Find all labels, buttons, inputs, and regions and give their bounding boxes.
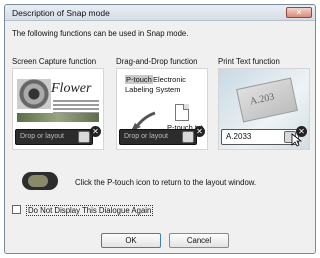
intro-text: The following functions can be used in S… (12, 29, 189, 38)
title-bar: Description of Snap mode ✕ (5, 5, 315, 21)
ptouch-icon (78, 131, 90, 143)
dont-show-again-checkbox[interactable] (12, 205, 21, 214)
ptouch-icon (182, 131, 194, 143)
green-banner (17, 113, 99, 122)
drag-drop-illustration: P-touch Electronic Labeling System P-tou… (116, 68, 208, 150)
flower-heading: Flower (51, 81, 92, 96)
tape-text: A.203 (248, 91, 276, 108)
screen-capture-label: Screen Capture function (12, 57, 97, 66)
close-button[interactable]: ✕ (286, 7, 312, 18)
text-input-bar: A.2033 (221, 129, 299, 145)
text-file-icon (175, 104, 189, 121)
ptouch-return-icon (22, 172, 58, 190)
cancel-button[interactable]: Cancel (169, 233, 229, 248)
snap-drop-bar: Drop or layout (119, 129, 197, 145)
drag-drop-label: Drag-and-Drop function (116, 57, 198, 66)
screen-capture-illustration: Flower Drop or layout ✕ (12, 68, 104, 150)
ok-button[interactable]: OK (101, 233, 161, 248)
close-circle-icon: ✕ (296, 126, 307, 137)
close-circle-icon: ✕ (90, 126, 101, 137)
flower-photo (17, 79, 51, 109)
input-value: A.2033 (226, 132, 252, 141)
ptouch-icon-inner (28, 175, 48, 187)
snap-drop-bar: Drop or layout (15, 129, 93, 145)
hint-text: Click the P-touch icon to return to the … (75, 178, 257, 187)
print-text-illustration: A.203 A.2033 ✕ (218, 68, 310, 150)
selected-text: P-touch (125, 75, 153, 84)
drop-bar-text: Drop or layout (124, 133, 168, 140)
drop-bar-text: Drop or layout (20, 133, 64, 140)
print-text-label: Print Text function (218, 57, 280, 66)
dialog-title: Description of Snap mode (12, 8, 110, 18)
sample-text-rest: Electronic (153, 75, 186, 84)
sample-text-line2: Labeling System (125, 85, 181, 94)
close-circle-icon: ✕ (194, 126, 205, 137)
label-tape-image: A.203 (236, 77, 298, 123)
dont-show-again-label[interactable]: Do Not Display This Dialogue Again (26, 205, 154, 216)
